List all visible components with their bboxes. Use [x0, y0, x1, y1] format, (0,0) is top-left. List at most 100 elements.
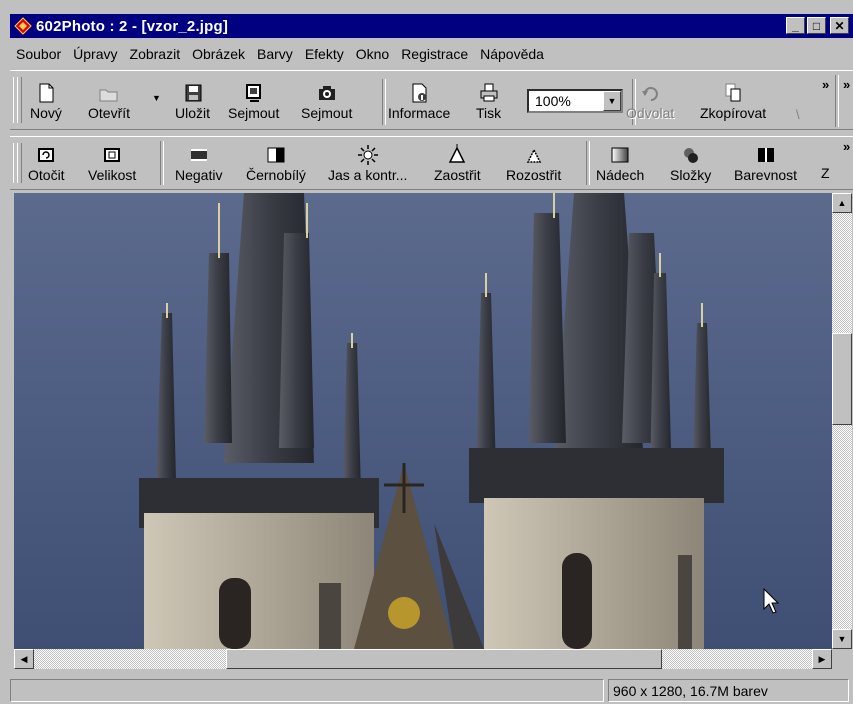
open-folder-icon: [99, 89, 118, 102]
title-bar[interactable]: 602Photo : 2 - [vzor_2.jpg] _ □ ✕: [10, 14, 853, 38]
components-button[interactable]: Složky: [670, 143, 711, 183]
standard-toolbar: Nový Otevřít ▼ Uložit Sejmout Sejmout In…: [10, 70, 853, 130]
menu-efekty[interactable]: Efekty: [299, 46, 350, 62]
open-dropdown-icon[interactable]: ▼: [152, 93, 161, 103]
more-label: Z: [821, 165, 830, 181]
negative-icon: [190, 149, 207, 161]
zoom-combobox[interactable]: 100% ▼: [527, 89, 623, 113]
maximize-button[interactable]: □: [807, 17, 826, 34]
black-white-icon: [267, 147, 285, 163]
menu-zobrazit[interactable]: Zobrazit: [124, 46, 187, 62]
window-title: 602Photo : 2 - [vzor_2.jpg]: [36, 17, 229, 35]
resize-icon: [104, 148, 121, 162]
new-document-icon: [39, 83, 54, 103]
scroll-left-button[interactable]: ◀: [14, 649, 34, 669]
undo-icon: [642, 87, 659, 101]
rotate-label: Otočit: [28, 167, 65, 183]
toolbar-grip[interactable]: [17, 77, 22, 123]
components-label: Složky: [670, 167, 712, 183]
brightness-button[interactable]: Jas a kontr...: [328, 143, 407, 183]
vertical-scroll-thumb[interactable]: [832, 333, 852, 425]
copy-label: Zkopírovat: [700, 105, 767, 121]
status-bar: 960 x 1280, 16.7M barev: [10, 677, 853, 704]
sharpen-button[interactable]: Zaostřit: [434, 143, 481, 183]
chevron-down-icon[interactable]: ▼: [603, 91, 621, 111]
color-icon: [757, 148, 774, 162]
new-button[interactable]: Nový: [30, 81, 62, 121]
black-white-button[interactable]: Černobílý: [246, 143, 306, 183]
scanner-icon: [245, 84, 261, 102]
new-label: Nový: [30, 105, 62, 121]
sun-icon: [357, 145, 378, 165]
blur-label: Rozostřit: [506, 167, 562, 183]
info-document-icon: [412, 83, 427, 103]
menu-bar: Soubor Úpravy Zobrazit Obrázek Barvy Efe…: [10, 42, 853, 66]
toolbar-grip[interactable]: [17, 143, 22, 183]
toolbar2-overflow-button[interactable]: »: [843, 139, 850, 154]
components-icon: [683, 148, 698, 163]
color-label: Barevnost: [734, 167, 798, 183]
toolbar1-overflow-button[interactable]: »: [822, 77, 829, 92]
info-label: Informace: [388, 105, 451, 121]
floppy-disk-icon: [185, 84, 201, 102]
image-info: 960 x 1280, 16.7M barev: [608, 679, 849, 702]
capture-label: Sejmout: [228, 105, 280, 121]
open-label: Otevřít: [88, 105, 131, 121]
tint-button[interactable]: Nádech: [596, 143, 644, 183]
save-label: Uložit: [175, 105, 211, 121]
copy-icon: [725, 83, 741, 102]
negative-label: Negativ: [175, 167, 223, 183]
printer-icon: [480, 83, 498, 102]
horizontal-scroll-thumb[interactable]: [226, 649, 662, 669]
capture-button[interactable]: Sejmout: [228, 81, 279, 121]
app-diamond-icon[interactable]: [14, 17, 32, 35]
capture-camera-label: Sejmout: [301, 105, 353, 121]
undo-label: Odvolat: [626, 105, 675, 121]
save-button[interactable]: Uložit: [175, 81, 210, 121]
scroll-up-button[interactable]: ▲: [832, 193, 852, 213]
camera-icon: [318, 86, 335, 100]
horizontal-scrollbar[interactable]: ◀ ▶: [14, 649, 832, 669]
sharpen-icon: [449, 144, 466, 163]
copy-button[interactable]: Zkopírovat: [700, 81, 766, 121]
brightness-label: Jas a kontr...: [328, 167, 408, 183]
menu-registrace[interactable]: Registrace: [395, 46, 474, 62]
undo-button[interactable]: Odvolat: [626, 81, 674, 121]
blur-button[interactable]: Rozostřit: [506, 143, 561, 183]
menu-barvy[interactable]: Barvy: [251, 46, 299, 62]
menu-soubor[interactable]: Soubor: [10, 46, 67, 62]
vertical-scrollbar[interactable]: ▲ ▼: [832, 193, 852, 649]
toolbar-overflow-button[interactable]: »: [843, 77, 850, 92]
rotate-button[interactable]: Otočit: [28, 143, 65, 183]
zoom-value[interactable]: 100%: [529, 93, 603, 109]
capture-camera-button[interactable]: Sejmout: [301, 81, 352, 121]
sharpen-label: Zaostřit: [434, 167, 481, 183]
print-button[interactable]: Tisk: [476, 81, 501, 121]
negative-button[interactable]: Negativ: [175, 143, 222, 183]
scroll-down-button[interactable]: ▼: [832, 629, 852, 649]
rotate-icon: [38, 148, 55, 162]
black-white-label: Černobílý: [246, 167, 306, 183]
tint-label: Nádech: [596, 167, 645, 183]
more-button[interactable]: Z: [821, 143, 830, 181]
image-canvas[interactable]: [14, 193, 832, 649]
blur-icon: [526, 148, 541, 163]
color-button[interactable]: Barevnost: [734, 143, 797, 183]
print-label: Tisk: [476, 105, 502, 121]
minimize-button[interactable]: _: [786, 17, 805, 34]
open-button[interactable]: Otevřít: [88, 81, 130, 121]
close-button[interactable]: ✕: [830, 17, 849, 34]
scroll-right-button[interactable]: ▶: [812, 649, 832, 669]
info-button[interactable]: Informace: [388, 81, 450, 121]
church-photo: [14, 193, 832, 649]
menu-napoveda[interactable]: Nápověda: [474, 46, 550, 62]
menu-obrazek[interactable]: Obrázek: [186, 46, 251, 62]
effects-toolbar: Otočit Velikost Negativ Černobílý Jas a …: [10, 136, 853, 190]
status-message: [10, 679, 604, 702]
size-button[interactable]: Velikost: [88, 143, 136, 183]
size-label: Velikost: [88, 167, 137, 183]
menu-upravy[interactable]: Úpravy: [67, 46, 123, 62]
menu-okno[interactable]: Okno: [350, 46, 395, 62]
scrollbar-corner: [832, 649, 852, 669]
tint-icon: [611, 147, 629, 163]
